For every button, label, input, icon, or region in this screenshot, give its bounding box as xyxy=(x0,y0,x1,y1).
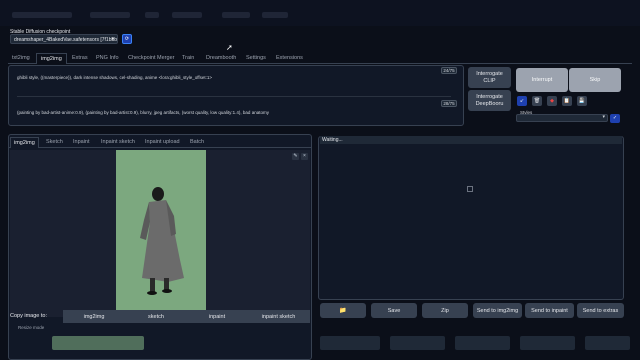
subtab-inpaint-sketch[interactable]: Inpaint sketch xyxy=(98,137,138,148)
styles-select[interactable] xyxy=(516,114,608,122)
copy-to-img2img-button[interactable]: img2img xyxy=(63,310,125,323)
blurred-button-1 xyxy=(320,336,380,350)
copy-to-sketch-button[interactable]: sketch xyxy=(125,310,187,323)
tab-txt2img[interactable]: txt2img xyxy=(8,53,34,64)
subtab-inpaint-upload[interactable]: Inpaint upload xyxy=(142,137,183,148)
interrupt-button[interactable]: Interrupt xyxy=(516,68,568,92)
blurred-resize-option xyxy=(52,336,144,350)
blurred-button-4 xyxy=(520,336,575,350)
resize-mode-label: Resize mode xyxy=(18,325,45,330)
main-tabs: txt2img img2img Extras PNG Info Checkpoi… xyxy=(8,52,632,64)
subtab-inpaint[interactable]: Inpaint xyxy=(70,137,93,148)
tab-settings[interactable]: Settings xyxy=(242,53,270,64)
prompt-panel: 24/75 ghibli style, ((masterpiece)), dar… xyxy=(8,65,464,126)
apply-style-button[interactable]: ✓ xyxy=(610,114,620,123)
trash-icon-button[interactable]: 🗑 xyxy=(532,96,542,106)
save-button[interactable]: Save xyxy=(371,303,417,318)
negative-prompt-input[interactable]: (painting by bad-artist-anime:0.9), (pai… xyxy=(17,110,457,115)
image-canvas[interactable]: ✎ × xyxy=(10,150,310,317)
tab-img2img[interactable]: img2img xyxy=(36,53,67,64)
refresh-checkpoint-button[interactable]: ⟳ xyxy=(122,34,132,44)
prompt-divider xyxy=(17,96,451,97)
send-to-img2img-button[interactable]: Send to img2img xyxy=(473,303,522,318)
tab-checkpoint-merger[interactable]: Checkpoint Merger xyxy=(124,53,178,64)
tab-extras[interactable]: Extras xyxy=(68,53,92,64)
clipboard-icon-button[interactable]: 📋 xyxy=(562,96,572,106)
tab-extensions[interactable]: Extensions xyxy=(272,53,307,64)
blurred-button-2 xyxy=(390,336,445,350)
tab-train[interactable]: Train xyxy=(178,53,198,64)
img2img-panel: img2img Sketch Inpaint Inpaint sketch In… xyxy=(8,134,312,360)
interrogate-clip-button[interactable]: Interrogate CLIP xyxy=(468,67,511,88)
positive-token-count: 24/75 xyxy=(441,67,457,74)
image-placeholder-icon xyxy=(467,186,473,192)
tab-dreambooth[interactable]: Dreambooth xyxy=(202,53,240,64)
interrogate-deepbooru-button[interactable]: Interrogate DeepBooru xyxy=(468,90,511,111)
edit-icon[interactable]: ✎ xyxy=(292,153,299,160)
output-panel xyxy=(318,136,624,300)
send-to-inpaint-button[interactable]: Send to inpaint xyxy=(525,303,574,318)
close-icon[interactable]: × xyxy=(301,153,308,160)
copy-to-inpaint-sketch-button[interactable]: inpaint sketch xyxy=(247,310,310,323)
blurred-button-3 xyxy=(455,336,510,350)
negative-token-count: 28/75 xyxy=(441,100,457,107)
subtab-img2img[interactable]: img2img xyxy=(10,137,39,148)
checkpoint-select[interactable]: dreamshaper_4BakedVae.safetensors [7f1bb… xyxy=(10,34,118,44)
mouse-cursor-icon: ➚ xyxy=(226,43,233,52)
send-to-extras-button[interactable]: Send to extras xyxy=(577,303,624,318)
folder-icon: 📁 xyxy=(339,308,347,314)
subtab-sketch[interactable]: Sketch xyxy=(43,137,66,148)
save-style-icon-button[interactable]: 💾 xyxy=(577,96,587,106)
open-folder-button[interactable]: 📁 xyxy=(320,303,366,318)
skip-button[interactable]: Skip xyxy=(569,68,621,92)
blurred-button-5 xyxy=(585,336,630,350)
input-image xyxy=(116,150,206,317)
img2img-subtabs: img2img Sketch Inpaint Inpaint sketch In… xyxy=(9,135,311,148)
tab-png-info[interactable]: PNG Info xyxy=(92,53,123,64)
refresh-icon: ⟳ xyxy=(124,36,130,42)
positive-prompt-input[interactable]: ghibli style, ((masterpiece)), dark inte… xyxy=(17,75,457,80)
person-silhouette-icon xyxy=(140,187,184,295)
arrow-icon-button[interactable]: ↙ xyxy=(517,96,527,106)
zip-button[interactable]: Zip xyxy=(422,303,468,318)
progress-status: Waiting... xyxy=(320,136,622,144)
subtab-batch[interactable]: Batch xyxy=(187,137,207,148)
copy-image-label: Copy image to: xyxy=(10,313,47,319)
copy-to-inpaint-button[interactable]: inpaint xyxy=(187,310,247,323)
top-blurred-bar xyxy=(0,0,640,26)
lora-icon-button[interactable]: ◆ xyxy=(547,96,557,106)
